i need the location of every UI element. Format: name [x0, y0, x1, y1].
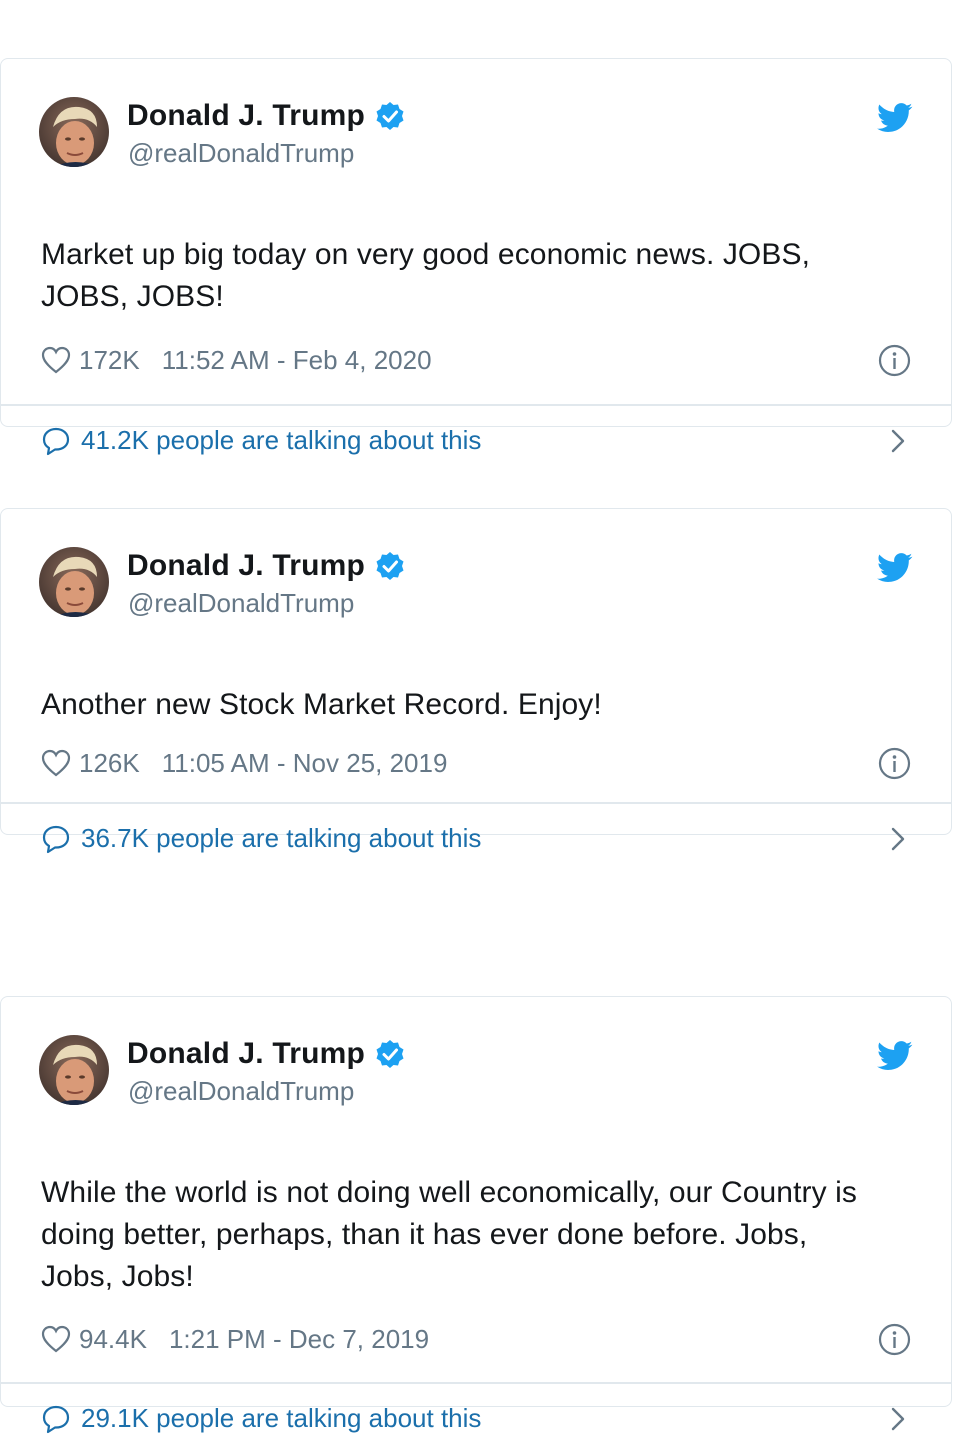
author-handle[interactable]: @realDonaldTrump [128, 588, 354, 619]
talking-count-link[interactable]: 41.2K people are talking about this [81, 425, 481, 456]
heart-icon[interactable] [41, 346, 71, 374]
conversation-link[interactable]: 41.2K people are talking about this [1, 406, 951, 476]
chevron-right-icon[interactable] [889, 826, 907, 852]
tweet-timestamp[interactable]: 1:21 PM - Dec 7, 2019 [169, 1324, 429, 1355]
comment-icon [42, 1405, 70, 1433]
conversation-link[interactable]: 36.7K people are talking about this [1, 804, 951, 874]
talking-count-link[interactable]: 29.1K people are talking about this [81, 1403, 481, 1434]
like-count: 126K [79, 747, 140, 778]
info-icon[interactable] [878, 1323, 911, 1356]
heart-icon[interactable] [41, 1325, 71, 1353]
talking-count-link[interactable]: 36.7K people are talking about this [81, 823, 481, 854]
like-count: 172K [79, 344, 140, 375]
avatar[interactable] [39, 97, 109, 167]
chevron-right-icon[interactable] [889, 428, 907, 454]
author-name[interactable]: Donald J. Trump [127, 99, 365, 133]
tweet-timestamp[interactable]: 11:52 AM - Feb 4, 2020 [162, 345, 432, 376]
verified-badge-icon [376, 102, 404, 130]
info-icon[interactable] [878, 344, 911, 377]
tweet-text: Another new Stock Market Record. Enjoy! [41, 688, 602, 721]
author-handle[interactable]: @realDonaldTrump [128, 1076, 354, 1107]
like-count: 94.4K [79, 1323, 147, 1354]
verified-badge-icon [376, 1040, 404, 1068]
comment-icon [42, 427, 70, 455]
author-name[interactable]: Donald J. Trump [127, 549, 365, 583]
tweet-card[interactable]: Donald J. Trump @realDonaldTrump Market … [0, 58, 952, 455]
avatar[interactable] [39, 547, 109, 617]
author-handle[interactable]: @realDonaldTrump [128, 138, 354, 169]
tweet-card[interactable]: Donald J. Trump @realDonaldTrump While t… [0, 996, 952, 1433]
heart-icon[interactable] [41, 749, 71, 777]
info-icon[interactable] [878, 747, 911, 780]
chevron-right-icon[interactable] [889, 1406, 907, 1432]
comment-icon [42, 825, 70, 853]
tweet-text: While the world is not doing well econom… [41, 1176, 857, 1293]
avatar[interactable] [39, 1035, 109, 1105]
tweet-card[interactable]: Donald J. Trump @realDonaldTrump Another… [0, 508, 952, 853]
verified-badge-icon [376, 552, 404, 580]
twitter-bird-icon[interactable] [877, 553, 913, 583]
twitter-bird-icon[interactable] [877, 103, 913, 133]
twitter-bird-icon[interactable] [877, 1041, 913, 1071]
tweet-text: Market up big today on very good economi… [41, 238, 811, 313]
author-name[interactable]: Donald J. Trump [127, 1037, 365, 1071]
tweet-timestamp[interactable]: 11:05 AM - Nov 25, 2019 [162, 748, 448, 779]
conversation-link[interactable]: 29.1K people are talking about this [1, 1384, 951, 1454]
